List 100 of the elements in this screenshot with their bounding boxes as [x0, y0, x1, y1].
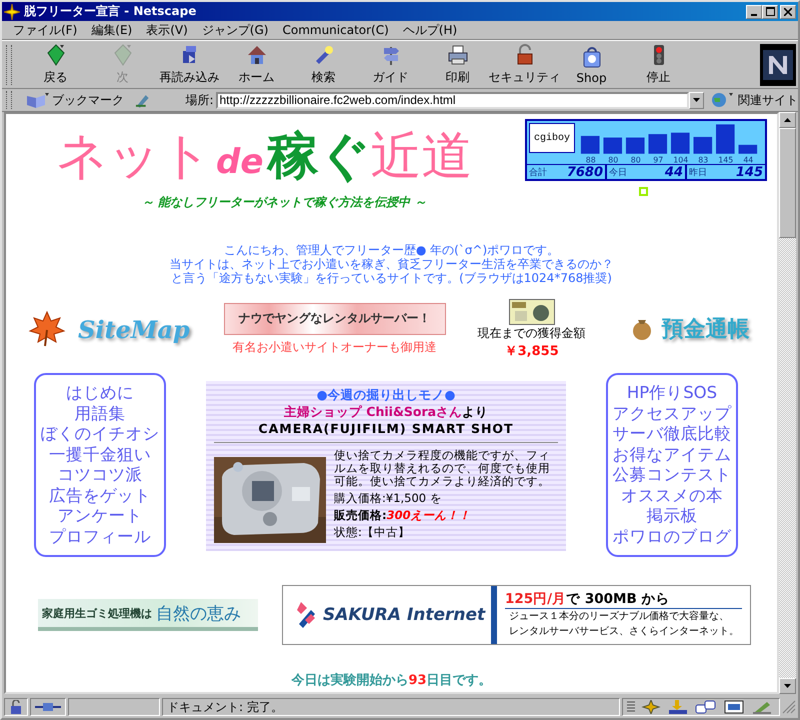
earnings-amount: ￥3,855 [504, 342, 559, 360]
scroll-up-button[interactable] [779, 112, 796, 128]
ad-brand: 自然の恵み [156, 602, 241, 624]
ad-text: ジュース１本分のリーズナブル価格で大容量な、 [508, 610, 730, 624]
toolbar-button[interactable]: セキュリティ [491, 42, 558, 86]
square-icon [639, 187, 648, 196]
document-icon[interactable] [723, 700, 745, 714]
nav-link[interactable]: 一攫千金狙い [49, 444, 151, 465]
menu-item[interactable]: 編集(E) [84, 22, 140, 38]
menu-item[interactable]: 表示(V) [139, 22, 195, 38]
app-icon [4, 4, 20, 20]
close-button[interactable] [780, 4, 796, 18]
status-text: ドキュメント: 完了。 [162, 698, 620, 716]
count-label: 80 [608, 156, 618, 164]
maximize-button[interactable] [762, 4, 778, 18]
close-icon [784, 8, 792, 16]
inbox-icon[interactable] [667, 700, 689, 714]
menu-item[interactable]: ファイル(F) [6, 22, 84, 38]
up-arrow-icon [784, 118, 791, 122]
counter-label: 合計 [529, 166, 547, 179]
toolbar-button[interactable]: 戻る [22, 42, 89, 86]
down-arrow-icon [784, 684, 791, 688]
nav-link[interactable]: アクセスアップ [612, 404, 732, 424]
related-sites-button[interactable]: 関連サイト [710, 92, 798, 108]
nav-link[interactable]: ポワロのブログ [612, 526, 732, 547]
day-count-text: 今日は実験開始から93日目です。 [290, 672, 493, 689]
sale-price: 販売価格:300えーん！！ [334, 509, 472, 522]
earnings-label: 現在までの獲得金額 [478, 324, 586, 342]
access-counter[interactable]: cgiboy 88 80 80 97 104 83 145 44 合計 7680 今日 44 昨日 145 [525, 119, 767, 181]
book-icon [26, 92, 50, 108]
ad-text: レンタルサーバサービス、さくらインターネット。 [508, 625, 740, 639]
padlock-icon[interactable] [9, 700, 23, 714]
url-field[interactable]: http://zzzzzbillionaire.fc2web.com/index.html [216, 92, 690, 108]
nav-link[interactable]: コツコツ派 [58, 465, 142, 486]
minimize-icon [751, 14, 757, 16]
counter-label: 今日 [609, 166, 627, 179]
star-icon[interactable] [641, 700, 661, 714]
toolbar-button[interactable]: 停止 [625, 42, 692, 86]
count-label: 83 [698, 156, 708, 164]
maple-leaf-icon[interactable] [28, 310, 66, 348]
window-title: 脱フリーター宣言 - Netscape [24, 3, 198, 20]
location-label: 場所: [185, 92, 214, 108]
nav-link[interactable]: アンケート [58, 506, 142, 526]
condition-text: 状態:【中古】 [334, 526, 411, 539]
counter-value: 7680 [566, 165, 603, 180]
toolbar-button[interactable]: ホーム [223, 42, 290, 86]
scroll-down-button[interactable] [779, 678, 796, 694]
menu-item[interactable]: Communicator(C) [275, 23, 396, 37]
nav-link[interactable]: プロフィール [49, 526, 151, 547]
minimize-button[interactable] [746, 4, 762, 18]
menu-item[interactable]: ジャンプ(G) [194, 22, 276, 38]
dropdown-button[interactable] [689, 92, 704, 108]
site-logo: ネット de稼ぐ近道 [56, 126, 472, 188]
ad-banner[interactable]: SAKURA Internet 125円/月 で 300MB から ジュース１本分のリーズナブル価格で大容量な、 レンタルサーバサービス、さくらインターネット。 [282, 585, 751, 645]
product-description: 使い捨てカメラ程度の機能ですが、フィルムを取り替えれるので、何度でも使用可能。使い捨てカメラより経済的です。 [334, 449, 551, 488]
caret-icon [693, 98, 700, 102]
ad-banner[interactable]: 家庭用生ゴミ処理機は 自然の恵み [38, 599, 258, 631]
nav-link[interactable]: 用語集 [74, 404, 126, 424]
ad-headline: 125円/月 で 300MB から [505, 590, 742, 609]
intro-text: こんにちわ、管理人でフリーター歴● 年の(`σ^)ポワロです。 [224, 243, 560, 257]
nav-link[interactable]: 公募コンテスト [612, 465, 732, 486]
toolbar-button[interactable]: Shop [558, 42, 625, 86]
toolbar-button[interactable]: 検索 [290, 42, 357, 86]
nav-link[interactable]: はじめに [66, 383, 134, 404]
menu-item[interactable]: ヘルプ(H) [396, 22, 464, 38]
ad-text: 家庭用生ゴミ処理機は [42, 606, 152, 620]
pen-icon[interactable] [134, 92, 152, 108]
purchase-price: 購入価格:¥1,500 を [334, 492, 443, 505]
nav-link[interactable]: お得なアイテム [612, 444, 732, 465]
count-label: 97 [653, 156, 664, 164]
toolbar-button[interactable]: 印刷 [424, 42, 491, 86]
nav-link[interactable]: 広告をゲット [49, 486, 151, 506]
logo-icon [295, 600, 317, 630]
nav-link[interactable]: HP作りSOS [626, 383, 718, 404]
bookmarks-button[interactable]: ブックマーク [26, 92, 124, 108]
counter-brand: cgiboy [529, 123, 575, 153]
toolbar-button[interactable]: ガイド [357, 42, 424, 86]
shop-text: 主婦ショップ Chii&Soraさんより [284, 404, 488, 421]
counter-label: 昨日 [689, 166, 707, 179]
toolbar-button[interactable]: 再読み込み [156, 42, 223, 86]
nav-link[interactable]: サーバ徹底比較 [612, 424, 732, 444]
counter-value: 44 [664, 165, 683, 180]
rental-server-banner[interactable]: ナウでヤングなレンタルサーバー！ [224, 302, 446, 334]
count-label: 104 [673, 156, 688, 164]
count-label: 80 [630, 156, 641, 164]
chat-icon[interactable] [695, 700, 717, 714]
maximize-icon [766, 7, 774, 16]
nav-link[interactable]: 掲示板 [646, 506, 698, 526]
intro-text: 当サイトは、ネット上でお小遣いを稼ぎ、貧乏フリーター生活を卒業できるのか？ [170, 257, 614, 271]
product-name: CAMERA(FUJIFILM) SMART SHOT [258, 421, 514, 436]
list-icon [627, 700, 635, 714]
nav-link[interactable]: オススメの本 [621, 486, 723, 506]
nav-link[interactable]: ぼくのイチオシ [40, 424, 160, 444]
logo-icon [760, 44, 796, 86]
banknote-icon [508, 298, 555, 324]
feature-heading: ●今週の掘り出しモノ● [316, 387, 456, 404]
tagline: ～ 能なしフリーターがネットで稼ぐ方法を伝授中 ～ [142, 194, 426, 211]
scrollbar-thumb[interactable] [779, 128, 796, 238]
counter-value: 145 [736, 165, 763, 180]
resize-grip-icon[interactable] [782, 700, 796, 714]
